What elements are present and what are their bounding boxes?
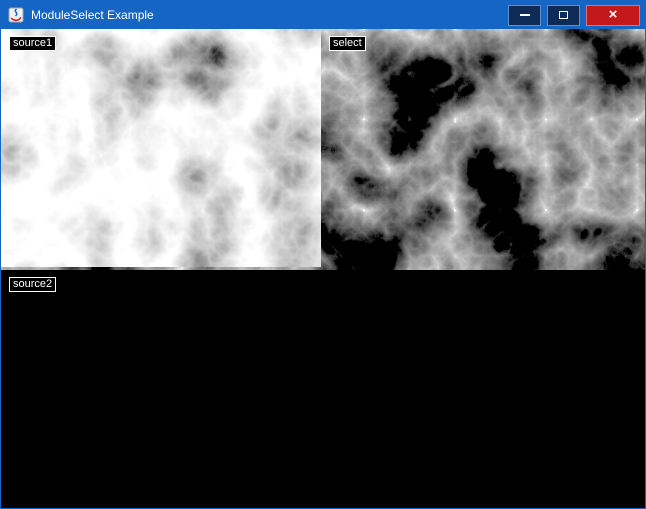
titlebar[interactable]: ModuleSelect Example × <box>1 1 645 29</box>
window-title: ModuleSelect Example <box>31 8 154 22</box>
render-canvas: source1 select source2 <box>1 29 645 508</box>
close-button[interactable]: × <box>586 5 640 26</box>
window-controls: × <box>508 5 645 26</box>
minimize-icon <box>520 14 530 16</box>
select-label: select <box>329 36 366 51</box>
source2-label: source2 <box>9 277 56 292</box>
maximize-button[interactable] <box>547 5 580 26</box>
java-icon <box>8 7 24 23</box>
minimize-button[interactable] <box>508 5 541 26</box>
source1-label: source1 <box>9 36 56 51</box>
source1-noise-image <box>1 29 321 267</box>
close-icon: × <box>609 7 618 22</box>
maximize-icon <box>559 11 568 19</box>
app-window: ModuleSelect Example × <box>0 0 646 509</box>
